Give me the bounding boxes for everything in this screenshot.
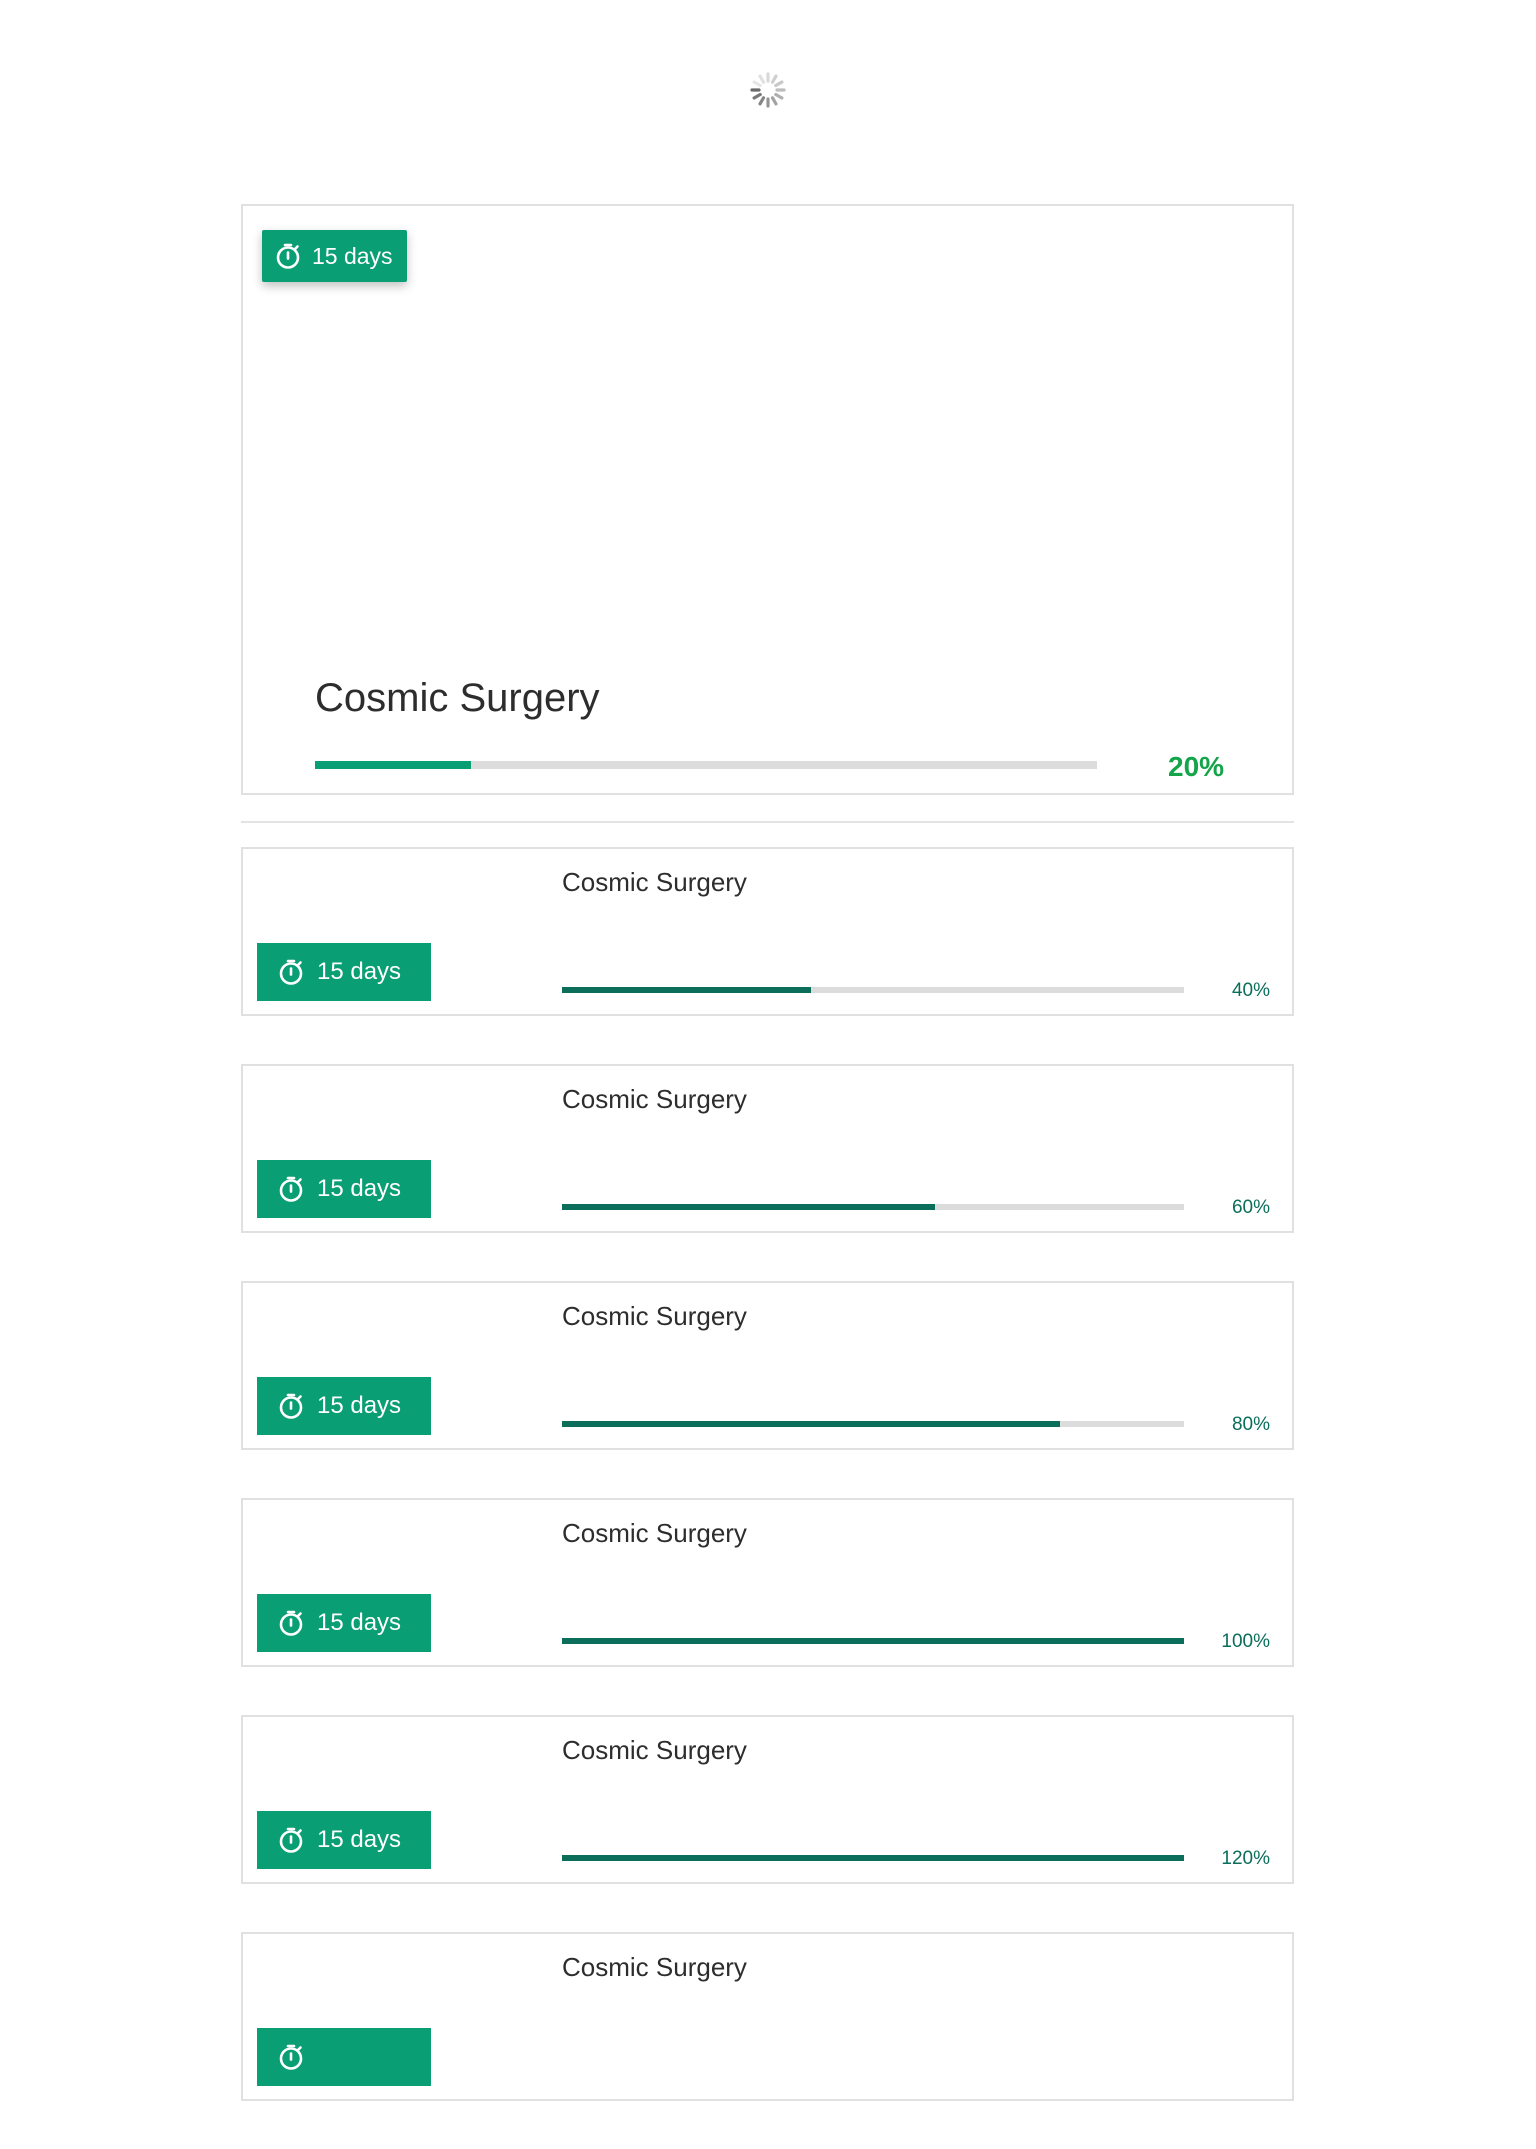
duration-label: 15 days bbox=[317, 1609, 402, 1636]
list-item[interactable]: Cosmic Surgery 15 days 120% bbox=[241, 1715, 1294, 1884]
stopwatch-icon bbox=[279, 959, 303, 985]
course-title: Cosmic Surgery bbox=[562, 1084, 747, 1114]
featured-course-card[interactable]: 15 days Cosmic Surgery 20% bbox=[241, 204, 1294, 795]
course-title: Cosmic Surgery bbox=[562, 1735, 747, 1765]
progress-bar bbox=[562, 1204, 1184, 1210]
progress-percent: 80% bbox=[1231, 1414, 1270, 1435]
progress-percent: 60% bbox=[1231, 1197, 1270, 1218]
progress-fill bbox=[315, 761, 472, 769]
progress-percent: 20% bbox=[1168, 751, 1225, 782]
progress-bar bbox=[562, 987, 1184, 993]
stopwatch-icon bbox=[279, 1610, 303, 1636]
list-item[interactable]: Cosmic Surgery bbox=[241, 1932, 1294, 2101]
list-item[interactable]: Cosmic Surgery 15 days 60% bbox=[241, 1064, 1294, 1233]
duration-label: 15 days bbox=[317, 1826, 402, 1853]
progress-fill bbox=[562, 1855, 1184, 1861]
duration-badge bbox=[257, 2028, 431, 2086]
course-title: Cosmic Surgery bbox=[562, 1518, 747, 1548]
progress-fill bbox=[562, 987, 811, 993]
duration-badge: 15 days bbox=[257, 943, 431, 1001]
stopwatch-icon bbox=[279, 1827, 303, 1853]
course-title: Cosmic Surgery bbox=[562, 1301, 747, 1331]
progress-fill bbox=[562, 1421, 1060, 1427]
progress-fill bbox=[562, 1638, 1184, 1644]
duration-badge: 15 days bbox=[257, 1160, 431, 1218]
duration-label: 15 days bbox=[317, 1392, 402, 1419]
list-item[interactable]: Cosmic Surgery 15 days 80% bbox=[241, 1281, 1294, 1450]
stopwatch-icon bbox=[279, 1176, 303, 1202]
progress-percent: 120% bbox=[1221, 1848, 1270, 1869]
stopwatch-icon bbox=[279, 1393, 303, 1419]
progress-bar bbox=[562, 1421, 1184, 1427]
list-item[interactable]: Cosmic Surgery 15 days 40% bbox=[241, 847, 1294, 1016]
duration-badge: 15 days bbox=[262, 230, 407, 282]
progress-bar bbox=[562, 1638, 1184, 1644]
progress-percent: 40% bbox=[1231, 980, 1270, 1001]
duration-label: 15 days bbox=[317, 958, 402, 985]
course-title: Cosmic Surgery bbox=[562, 1952, 747, 1982]
loading-spinner-icon bbox=[750, 72, 786, 108]
divider bbox=[241, 821, 1294, 823]
stopwatch-icon bbox=[276, 243, 300, 269]
progress-bar bbox=[562, 1855, 1184, 1861]
progress-percent: 100% bbox=[1221, 1631, 1270, 1652]
progress-fill bbox=[562, 1204, 936, 1210]
duration-badge: 15 days bbox=[257, 1811, 431, 1869]
course-title: Cosmic Surgery bbox=[315, 676, 600, 720]
course-title: Cosmic Surgery bbox=[562, 867, 747, 897]
duration-badge: 15 days bbox=[257, 1594, 431, 1652]
stopwatch-icon bbox=[279, 2044, 303, 2070]
list-item[interactable]: Cosmic Surgery 15 days 100% bbox=[241, 1498, 1294, 1667]
course-list: Cosmic Surgery 15 days 40% Cosmic Surger… bbox=[241, 847, 1294, 2149]
duration-badge: 15 days bbox=[257, 1377, 431, 1435]
duration-label: 15 days bbox=[312, 242, 393, 269]
progress-bar bbox=[315, 761, 1097, 769]
duration-label: 15 days bbox=[317, 1175, 402, 1202]
